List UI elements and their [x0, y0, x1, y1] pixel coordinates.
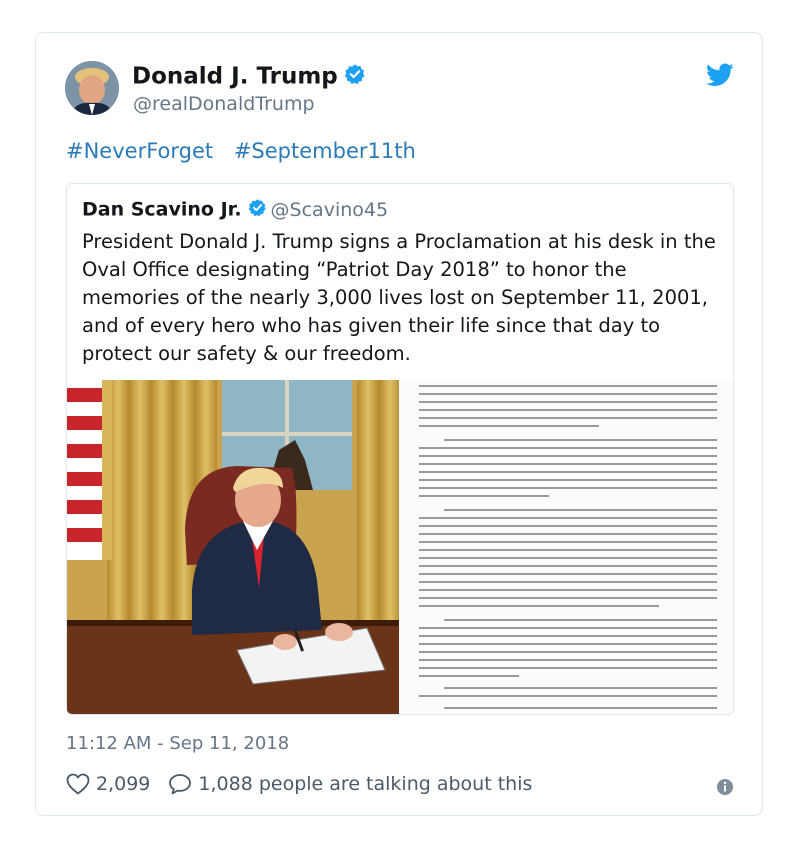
like-count: 2,099	[96, 773, 151, 795]
hashtags: #NeverForget #September11th	[66, 139, 430, 163]
quoted-handle: @Scavino45	[270, 198, 389, 221]
quoted-author-row: Dan Scavino Jr. @Scavino45	[82, 198, 388, 222]
info-icon[interactable]	[716, 778, 734, 800]
quoted-display-name: Dan Scavino Jr.	[82, 198, 242, 221]
hashtag-link[interactable]: #NeverForget	[66, 139, 213, 163]
like-button[interactable]: 2,099	[66, 773, 150, 795]
embedded-tweet-card: Donald J. Trump @realDonaldTrump #NeverF…	[35, 32, 763, 816]
quoted-tweet-text: President Donald J. Trump signs a Procla…	[82, 230, 716, 365]
twitter-bird-icon[interactable]	[706, 63, 734, 91]
comment-icon	[169, 774, 192, 795]
author-handle[interactable]: @realDonaldTrump	[133, 93, 315, 115]
hashtag-link[interactable]: #September11th	[234, 139, 416, 163]
tweet-actions: 2,099 1,088 people are talking about thi…	[66, 773, 550, 795]
author-name-row[interactable]: Donald J. Trump	[132, 63, 366, 91]
quoted-tweet[interactable]: Dan Scavino Jr. @Scavino45 President Dona…	[66, 183, 734, 715]
verified-badge-icon	[248, 198, 267, 222]
proclamation-document[interactable]	[399, 380, 733, 714]
conversation-link[interactable]: 1,088 people are talking about this	[168, 773, 532, 795]
author-display-name[interactable]: Donald J. Trump	[132, 64, 338, 90]
avatar[interactable]	[65, 61, 119, 115]
heart-icon	[66, 773, 90, 795]
tweet-timestamp[interactable]: 11:12 AM - Sep 11, 2018	[66, 733, 289, 754]
photo-signing[interactable]	[67, 380, 399, 714]
verified-badge-icon	[344, 63, 366, 91]
quoted-media[interactable]	[67, 380, 733, 714]
talking-about-count: 1,088 people are talking about this	[198, 773, 533, 795]
